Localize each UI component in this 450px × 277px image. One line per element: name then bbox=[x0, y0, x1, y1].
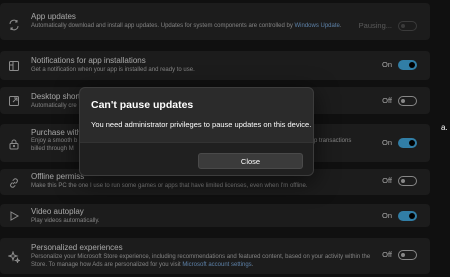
store-settings-screen: App updates Automatically download and in… bbox=[0, 0, 450, 277]
close-button[interactable]: Close bbox=[198, 153, 303, 169]
edge-text-fragment: a. bbox=[441, 123, 448, 132]
dialog-footer: Close bbox=[80, 142, 313, 175]
cant-pause-dialog: Can't pause updates You need administrat… bbox=[79, 87, 314, 176]
dialog-message: You need administrator privileges to pau… bbox=[91, 120, 312, 129]
dialog-title: Can't pause updates bbox=[91, 99, 194, 111]
